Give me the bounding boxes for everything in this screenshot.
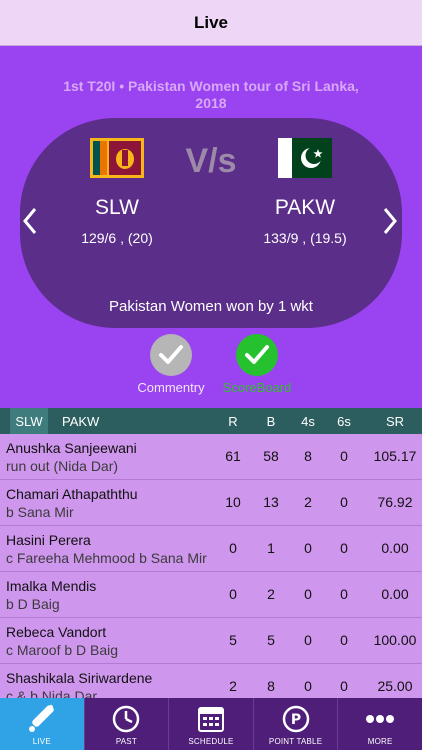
tab-schedule[interactable]: SCHEDULE [169, 698, 254, 750]
tab-point-table[interactable]: P POINT TABLE [254, 698, 339, 750]
column-strike-rate: SR [385, 414, 405, 429]
fours-cell: 2 [304, 494, 312, 510]
sixes-cell: 0 [340, 678, 348, 694]
scoreboard-label: ScoreBoard [222, 380, 292, 395]
dismissal-text: run out (Nida Dar) [6, 458, 119, 474]
batter-name: Rebeca Vandort [6, 624, 107, 640]
runs-cell: 10 [225, 494, 241, 510]
scoreboard-toggle[interactable]: ScoreBoard [212, 334, 302, 395]
chevron-right-icon [383, 208, 397, 234]
nav-bar: Live [0, 0, 422, 46]
pakistan-flag-icon [278, 138, 332, 178]
batter-name: Hasini Perera [6, 532, 91, 548]
runs-cell: 0 [229, 586, 237, 602]
column-sixes: 6s [337, 414, 351, 429]
runs-cell: 5 [229, 632, 237, 648]
column-runs: R [228, 414, 238, 429]
tab-past[interactable]: PAST [85, 698, 170, 750]
next-match-button[interactable] [382, 206, 398, 242]
sixes-cell: 0 [340, 494, 348, 510]
match-result: Pakistan Women won by 1 wkt [109, 298, 313, 315]
checkmark-icon [159, 345, 183, 364]
balls-cell: 58 [263, 448, 279, 464]
runs-cell: 61 [225, 448, 241, 464]
match-card: V/s SLW PAKW 129/6 , (20) 133/9 , (19.5)… [20, 118, 402, 328]
tab-label: POINT TABLE [268, 737, 323, 746]
calendar-icon [194, 704, 228, 734]
balls-cell: 1 [267, 540, 275, 556]
tab-label: LIVE [32, 737, 51, 746]
team-a-name: SLW [95, 196, 139, 219]
cricket-bat-icon [25, 704, 59, 734]
dismissal-text: b Sana Mir [6, 504, 74, 520]
dismissal-text: c Fareeha Mehmood b Sana Mir [6, 550, 207, 566]
balls-cell: 5 [267, 632, 275, 648]
bottom-tab-bar: LIVE PAST SCHEDULE P POINT TABLE MORE [0, 698, 422, 750]
batter-name: Chamari Athapaththu [6, 486, 138, 502]
tab-slw[interactable]: SLW [10, 408, 48, 434]
runs-cell: 2 [229, 678, 237, 694]
scoreboard-check-circle [236, 334, 278, 376]
page-title: Live [193, 12, 229, 32]
batter-name: Imalka Mendis [6, 578, 97, 594]
sixes-cell: 0 [340, 632, 348, 648]
points-icon: P [279, 704, 313, 734]
dismissal-text: c & b Nida Dar [6, 688, 98, 698]
team-b-name: PAKW [274, 196, 336, 219]
table-row: Shashikala Siriwardene c & b Nida Dar 2 … [0, 664, 422, 698]
runs-cell: 0 [229, 540, 237, 556]
commentary-check-circle [150, 334, 192, 376]
more-icon [363, 704, 397, 734]
versus-label: V/s [185, 142, 237, 180]
match-hero: 1st T20I • Pakistan Women tour of Sri La… [0, 46, 422, 408]
table-row: Anushka Sanjeewani run out (Nida Dar) 61… [0, 434, 422, 480]
tab-label: PAST [115, 737, 137, 746]
sixes-cell: 0 [340, 540, 348, 556]
tab-label: MORE [367, 737, 393, 746]
tab-live[interactable]: LIVE [0, 698, 85, 750]
table-row: Hasini Perera c Fareeha Mehmood b Sana M… [0, 526, 422, 572]
svg-text:P: P [290, 712, 300, 728]
sri-lanka-flag-icon [90, 138, 144, 178]
dismissal-text: c Maroof b D Baig [6, 642, 119, 658]
strike-rate-cell: 0.00 [381, 540, 409, 556]
table-row: Imalka Mendis b D Baig 0 2 0 0 0.00 [0, 572, 422, 618]
column-fours: 4s [301, 414, 315, 429]
team-b-score: 133/9 , (19.5) [263, 230, 347, 246]
batter-name: Shashikala Siriwardene [6, 670, 153, 686]
strike-rate-cell: 105.17 [373, 448, 417, 464]
table-row: Chamari Athapaththu b Sana Mir 10 13 2 0… [0, 480, 422, 526]
strike-rate-cell: 100.00 [373, 632, 417, 648]
sixes-cell: 0 [340, 448, 348, 464]
strike-rate-cell: 76.92 [377, 494, 413, 510]
previous-match-button[interactable] [22, 206, 38, 242]
commentary-label: Commentry [137, 380, 205, 395]
fours-cell: 0 [304, 678, 312, 694]
balls-cell: 13 [263, 494, 279, 510]
fours-cell: 8 [304, 448, 312, 464]
batter-name: Anushka Sanjeewani [6, 440, 137, 456]
balls-cell: 2 [267, 586, 275, 602]
batting-list[interactable]: Anushka Sanjeewani run out (Nida Dar) 61… [0, 434, 422, 698]
column-balls: B [266, 414, 276, 429]
tab-label: SCHEDULE [188, 737, 234, 746]
clock-icon [109, 704, 143, 734]
checkmark-icon [245, 345, 269, 364]
fours-cell: 0 [304, 540, 312, 556]
match-title: 1st T20I • Pakistan Women tour of Sri La… [63, 78, 359, 111]
scorecard-header: SLW PAKW R B 4s 6s SR [0, 408, 422, 434]
chevron-left-icon [23, 208, 37, 234]
strike-rate-cell: 0.00 [381, 586, 409, 602]
fours-cell: 0 [304, 632, 312, 648]
commentary-toggle[interactable]: Commentry [126, 334, 216, 395]
strike-rate-cell: 25.00 [377, 678, 413, 694]
team-a-score: 129/6 , (20) [81, 230, 153, 246]
table-row: Rebeca Vandort c Maroof b D Baig 5 5 0 0… [0, 618, 422, 664]
tab-more[interactable]: MORE [338, 698, 422, 750]
tab-pakw[interactable]: PAKW [62, 414, 99, 429]
balls-cell: 8 [267, 678, 275, 694]
fours-cell: 0 [304, 586, 312, 602]
dismissal-text: b D Baig [6, 596, 60, 612]
sixes-cell: 0 [340, 586, 348, 602]
